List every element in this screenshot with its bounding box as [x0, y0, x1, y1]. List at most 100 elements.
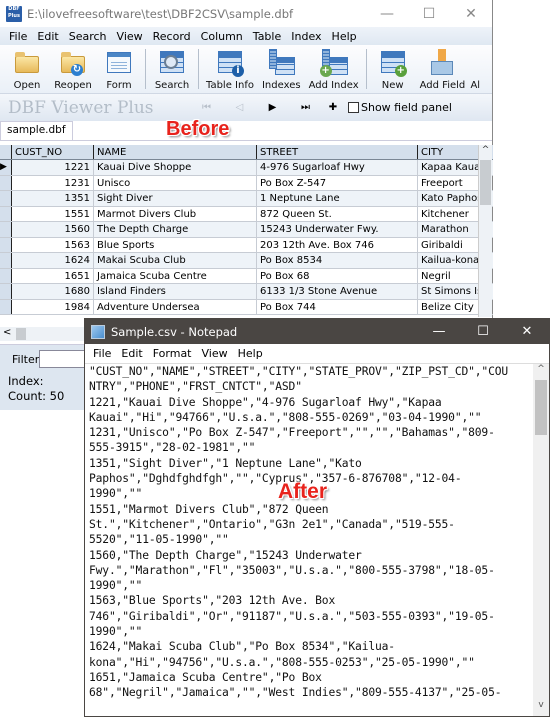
first-record-button[interactable]: ⏮	[190, 102, 223, 113]
menu-search[interactable]: Search	[64, 30, 112, 43]
cell-street[interactable]: Po Box 68	[257, 268, 418, 283]
cell-city[interactable]: Kitchener	[418, 206, 481, 221]
cell-name[interactable]: Marmot Divers Club	[94, 206, 257, 221]
scroll-left-arrow-icon[interactable]: <	[3, 327, 11, 338]
cell-name[interactable]: Kauai Dive Shoppe	[94, 160, 257, 175]
notepad-minimize-button[interactable]: —	[417, 324, 461, 339]
table-row[interactable]: 1651 Jamaica Scuba Centre Po Box 68 Negril	[0, 268, 493, 284]
np-menu-file[interactable]: File	[88, 347, 116, 360]
cell-cust-no[interactable]: 1221	[12, 160, 94, 175]
show-field-panel-checkbox[interactable]	[348, 102, 359, 113]
notepad-text-content[interactable]: "CUST_NO","NAME","STREET","CITY","STATE_…	[85, 364, 549, 701]
np-scroll-down-icon[interactable]: v	[533, 700, 549, 716]
np-menu-help[interactable]: Help	[233, 347, 268, 360]
cell-street[interactable]: 4-976 Sugarloaf Hwy	[257, 160, 418, 175]
column-header-street[interactable]: STREET	[257, 145, 418, 159]
row-indicator[interactable]	[0, 237, 12, 252]
cell-street[interactable]: 203 12th Ave. Box 746	[257, 237, 418, 252]
open-button[interactable]: Open	[4, 49, 50, 93]
row-indicator[interactable]: ▶	[0, 160, 12, 175]
hscroll-thumb[interactable]	[16, 328, 26, 340]
overflow-button[interactable]: Al	[469, 80, 481, 93]
table-info-button[interactable]: i Table Info	[202, 49, 258, 93]
close-button[interactable]: ✕	[450, 0, 492, 27]
cell-cust-no[interactable]: 1651	[12, 268, 94, 283]
grid-horizontal-scrollbar[interactable]: <	[0, 327, 85, 341]
cell-name[interactable]: Island Finders	[94, 284, 257, 299]
cell-street[interactable]: 872 Queen St.	[257, 206, 418, 221]
np-scroll-up-icon[interactable]: ^	[533, 364, 549, 380]
cell-city[interactable]: Marathon	[418, 222, 481, 237]
table-row[interactable]: 1551 Marmot Divers Club 872 Queen St. Kitch…	[0, 206, 493, 222]
menu-edit[interactable]: Edit	[32, 30, 63, 43]
cell-cust-no[interactable]: 1680	[12, 284, 94, 299]
row-indicator[interactable]	[0, 284, 12, 299]
grid-vertical-scrollbar[interactable]: ^	[478, 145, 492, 317]
cell-city[interactable]: St Simons Isle	[418, 284, 481, 299]
np-menu-format[interactable]: Format	[148, 347, 197, 360]
scrollbar-thumb[interactable]	[480, 160, 491, 205]
cell-city[interactable]: Kailua-kona	[418, 253, 481, 268]
cell-name[interactable]: Unisco	[94, 175, 257, 190]
np-menu-edit[interactable]: Edit	[116, 347, 147, 360]
cell-city[interactable]: Negril	[418, 268, 481, 283]
table-row[interactable]: 1624 Makai Scuba Club Po Box 8534 Kailua-ko…	[0, 253, 493, 269]
notepad-close-button[interactable]: ✕	[505, 324, 549, 339]
form-button[interactable]: Form	[96, 49, 142, 93]
menu-file[interactable]: File	[4, 30, 32, 43]
column-header-name[interactable]: NAME	[94, 145, 257, 159]
tab-sample-dbf[interactable]: sample.dbf	[0, 121, 73, 140]
cell-cust-no[interactable]: 1351	[12, 191, 94, 206]
cell-street[interactable]: Po Box 8534	[257, 253, 418, 268]
menu-view[interactable]: View	[112, 30, 148, 43]
cell-cust-no[interactable]: 1551	[12, 206, 94, 221]
cell-cust-no[interactable]: 1624	[12, 253, 94, 268]
menu-column[interactable]: Column	[196, 30, 248, 43]
cell-street[interactable]: Po Box 744	[257, 299, 418, 314]
row-indicator[interactable]	[0, 175, 12, 190]
row-indicator[interactable]	[0, 299, 12, 314]
table-row[interactable]: 1563 Blue Sports 203 12th Ave. Box 746 Giri…	[0, 237, 493, 253]
np-menu-view[interactable]: View	[197, 347, 233, 360]
column-header-cust-no[interactable]: CUST_NO	[12, 145, 94, 159]
add-field-button[interactable]: Add Field	[416, 49, 470, 93]
cell-name[interactable]: Adventure Undersea	[94, 299, 257, 314]
column-header-city[interactable]: CITY	[418, 145, 481, 159]
maximize-button[interactable]: ☐	[408, 0, 450, 27]
minimize-button[interactable]: —	[366, 0, 408, 27]
cell-name[interactable]: Blue Sports	[94, 237, 257, 252]
filter-input[interactable]	[39, 350, 89, 368]
add-index-button[interactable]: + Add Index	[305, 49, 363, 93]
table-row[interactable]: 1351 Sight Diver 1 Neptune Lane Kato Paphos	[0, 191, 493, 207]
row-indicator[interactable]	[0, 268, 12, 283]
menu-table[interactable]: Table	[248, 30, 286, 43]
row-indicator[interactable]	[0, 253, 12, 268]
table-row[interactable]: 1984 Adventure Undersea Po Box 744 Belize C…	[0, 299, 493, 315]
cell-cust-no[interactable]: 1984	[12, 299, 94, 314]
notepad-maximize-button[interactable]: ☐	[461, 324, 505, 339]
menu-record[interactable]: Record	[148, 30, 196, 43]
cell-street[interactable]: 6133 1/3 Stone Avenue	[257, 284, 418, 299]
cell-cust-no[interactable]: 1560	[12, 222, 94, 237]
menu-help[interactable]: Help	[327, 30, 362, 43]
cell-cust-no[interactable]: 1231	[12, 175, 94, 190]
cell-name[interactable]: Makai Scuba Club	[94, 253, 257, 268]
notepad-vertical-scrollbar[interactable]: ^ v	[533, 364, 549, 716]
table-row[interactable]: 1231 Unisco Po Box Z-547 Freeport	[0, 175, 493, 191]
row-indicator[interactable]	[0, 222, 12, 237]
cell-city[interactable]: Kato Paphos	[418, 191, 481, 206]
prev-record-button[interactable]: ◁	[223, 102, 256, 113]
next-record-button[interactable]: ▶	[256, 102, 289, 113]
new-button[interactable]: + New	[370, 49, 416, 93]
scroll-up-arrow-icon[interactable]: ^	[479, 145, 492, 160]
np-scrollbar-thumb[interactable]	[535, 380, 547, 435]
table-row[interactable]: 1680 Island Finders 6133 1/3 Stone Avenue S…	[0, 284, 493, 300]
last-record-button[interactable]: ⏭	[289, 102, 322, 113]
menu-index[interactable]: Index	[286, 30, 326, 43]
cell-city[interactable]: Giribaldi	[418, 237, 481, 252]
cell-street[interactable]: 1 Neptune Lane	[257, 191, 418, 206]
cell-cust-no[interactable]: 1563	[12, 237, 94, 252]
row-indicator[interactable]	[0, 191, 12, 206]
notepad-text-area[interactable]: "CUST_NO","NAME","STREET","CITY","STATE_…	[85, 363, 549, 716]
reopen-button[interactable]: ↻ Reopen	[50, 49, 96, 93]
